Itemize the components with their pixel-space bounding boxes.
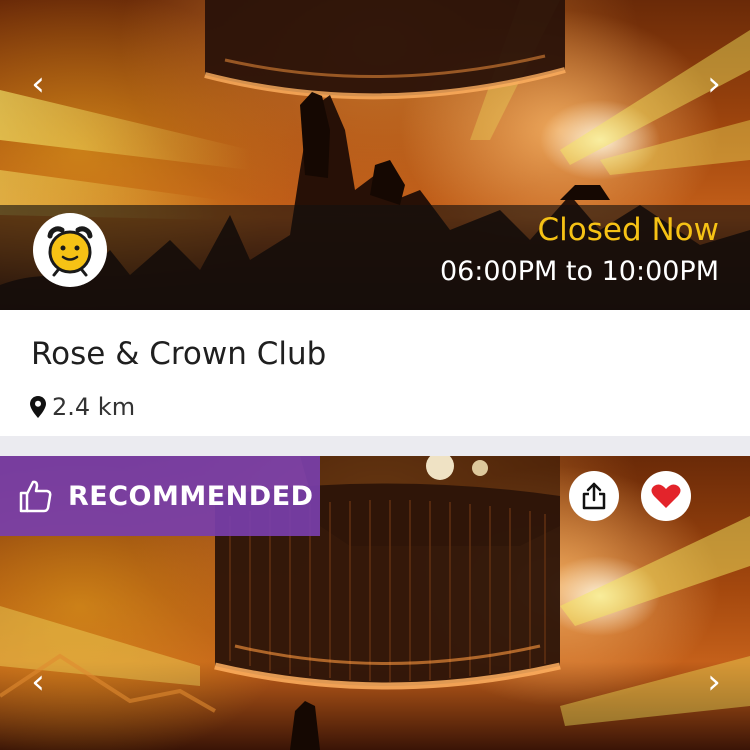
thumbs-up-icon <box>18 478 54 514</box>
heart-icon <box>651 483 681 509</box>
distance-value: 2.4 km <box>52 393 136 421</box>
distance-row: 2.4 km <box>30 393 135 421</box>
opening-hours: 06:00PM to 10:00PM <box>439 256 719 287</box>
prev-image-arrow[interactable]: ‹ <box>18 64 58 104</box>
share-button[interactable] <box>569 471 619 521</box>
recommended-label: RECOMMENDED <box>68 480 314 512</box>
location-pin-icon <box>30 396 46 418</box>
chevron-left-icon: ‹ <box>31 64 45 104</box>
chevron-left-icon: ‹ <box>31 662 45 702</box>
favorite-button[interactable] <box>641 471 691 521</box>
venue-name[interactable]: Rose & Crown Club <box>31 336 326 372</box>
chevron-right-icon: › <box>707 64 721 104</box>
chevron-right-icon: › <box>707 662 721 702</box>
alarm-clock-icon <box>33 213 107 287</box>
recommended-badge: RECOMMENDED <box>0 456 320 536</box>
next-image-arrow-2[interactable]: › <box>694 662 734 702</box>
prev-image-arrow-2[interactable]: ‹ <box>18 662 58 702</box>
share-icon <box>581 482 607 510</box>
next-image-arrow[interactable]: › <box>694 64 734 104</box>
open-status: Closed Now <box>537 212 720 248</box>
